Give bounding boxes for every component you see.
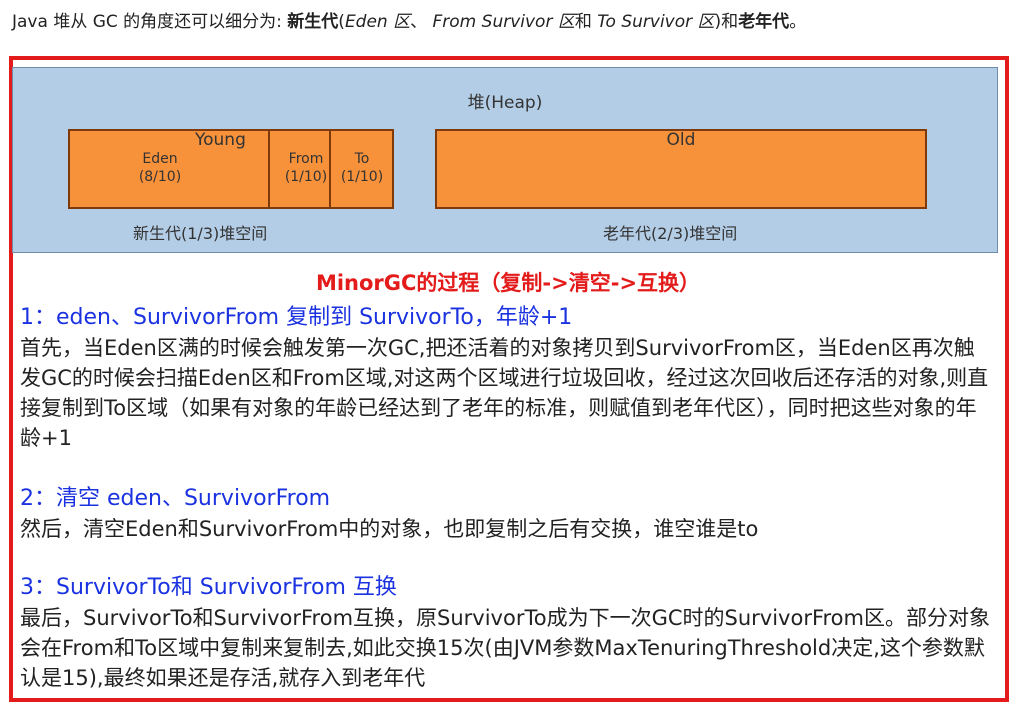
young-label: Young bbox=[195, 130, 246, 150]
old-caption: 老年代(2/3)堆空间 bbox=[603, 224, 738, 243]
eden-name: Eden bbox=[142, 151, 178, 167]
intro-sep: 、 bbox=[410, 12, 433, 32]
young-region: Young Eden (8/10) From (1/10) To (1/10) bbox=[68, 129, 394, 209]
step-2-heading: 2：清空 eden、SurvivorFrom bbox=[20, 486, 331, 511]
intro-paren-close: )和 bbox=[714, 12, 739, 32]
intro-to: To Survivor 区 bbox=[597, 12, 715, 32]
step-1-body: 首先，当Eden区满的时候会触发第一次GC,把还活着的对象拷贝到Survivor… bbox=[20, 336, 989, 450]
eden-ratio: (8/10) bbox=[138, 169, 182, 185]
from-to-divider bbox=[329, 131, 331, 207]
step-3-body: 最后，SurvivorTo和SurvivorFrom互换，原SurvivorTo… bbox=[20, 606, 990, 690]
to-label: To (1/10) bbox=[332, 150, 392, 186]
intro-prefix: Java 堆从 GC 的角度还可以细分为: bbox=[12, 12, 288, 32]
heap-title: 堆(Heap) bbox=[467, 93, 543, 113]
from-label: From (1/10) bbox=[277, 150, 335, 186]
eden-from-divider bbox=[268, 131, 270, 207]
step-2-body: 然后，清空Eden和SurvivorFrom中的对象，也即复制之后有交换，谁空谁… bbox=[20, 517, 759, 541]
from-ratio: (1/10) bbox=[284, 169, 328, 185]
section-title: MinorGC的过程（复制->清空->互换） bbox=[315, 271, 701, 295]
young-caption: 新生代(1/3)堆空间 bbox=[133, 224, 268, 243]
intro-old-gen: 老年代 bbox=[738, 12, 790, 32]
to-name: To bbox=[354, 151, 370, 167]
eden-label: Eden (8/10) bbox=[130, 150, 190, 186]
intro-paren: ( bbox=[338, 12, 345, 32]
old-region: Old bbox=[435, 129, 927, 209]
to-ratio: (1/10) bbox=[340, 169, 384, 185]
intro-young-gen: 新生代 bbox=[287, 12, 339, 32]
intro-eden: Eden 区 bbox=[344, 12, 411, 32]
old-label: Old bbox=[666, 130, 696, 150]
step-1-heading: 1：eden、SurvivorFrom 复制到 SurvivorTo，年龄+1 bbox=[20, 305, 573, 330]
intro-end: 。 bbox=[789, 12, 807, 32]
from-name: From bbox=[288, 151, 324, 167]
intro-and: 和 bbox=[574, 12, 598, 32]
intro-text: Java 堆从 GC 的角度还可以细分为: 新生代(Eden 区、 From S… bbox=[12, 10, 1002, 35]
intro-from: From Survivor 区 bbox=[432, 12, 575, 32]
step-3-heading: 3：SurvivorTo和 SurvivorFrom 互换 bbox=[20, 575, 397, 600]
heap-diagram: 堆(Heap) Young Eden (8/10) From (1/10) To… bbox=[12, 67, 998, 253]
